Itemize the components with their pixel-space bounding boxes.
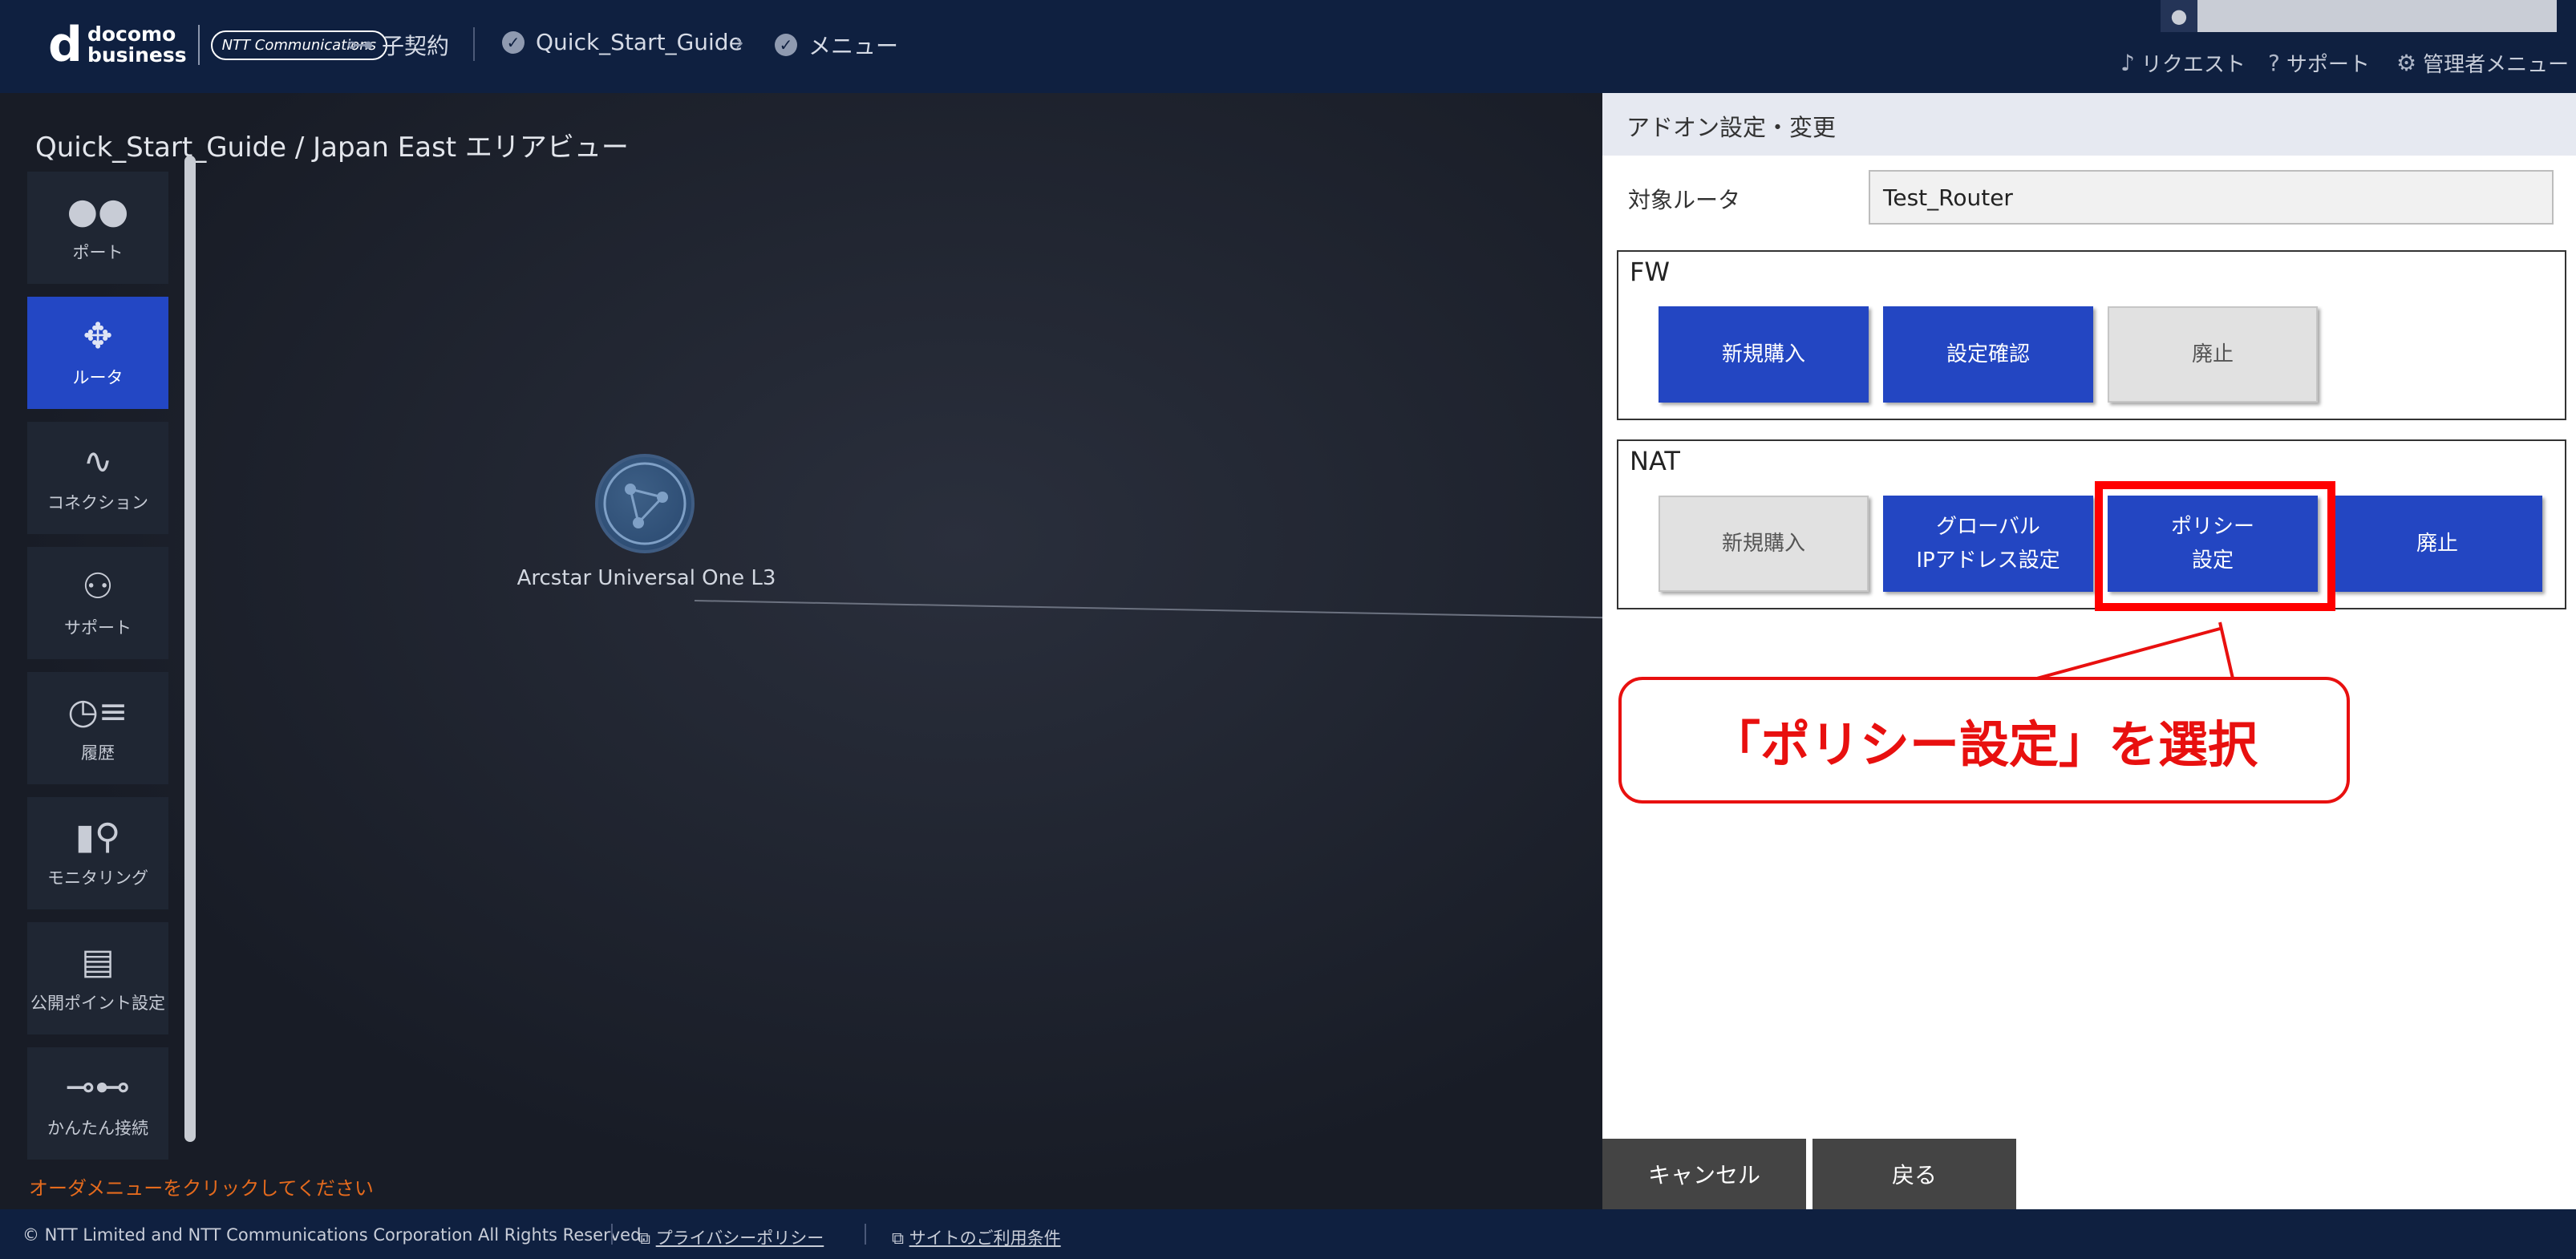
callout-pointer — [2037, 621, 2238, 680]
bell-icon: ♪ — [2120, 50, 2135, 76]
footer-divider — [865, 1224, 866, 1245]
nat-abolish-button[interactable]: 廃止 — [2332, 496, 2542, 592]
cancel-button[interactable]: キャンセル — [1602, 1139, 1806, 1209]
panel-title: アドオン設定・変更 — [1602, 93, 2576, 156]
request-menu[interactable]: ♪ リクエスト — [2120, 48, 2246, 78]
network-globe-icon — [603, 462, 687, 545]
area-view-canvas[interactable]: Quick_Start_Guide / Japan East エリアビュー ●●… — [0, 93, 1602, 1209]
fw-title: FW — [1630, 257, 1671, 287]
fw-new-purchase-button[interactable]: 新規購入 — [1659, 306, 1869, 403]
page-footer: © NTT Limited and NTT Communications Cor… — [0, 1209, 2576, 1259]
docomo-business-logo[interactable]: d docomo business NTT Communications — [48, 17, 388, 73]
chevron-right-icon: › — [735, 29, 744, 57]
instruction-callout: 「ポリシー設定」を選択 — [1618, 677, 2350, 804]
sidebar-item-router[interactable]: ✥ ルータ — [27, 297, 168, 409]
external-link-icon: ⧉ — [638, 1229, 656, 1248]
public-point-icon: ▤ — [81, 941, 115, 982]
sidebar-item-easy-connect[interactable]: ⊸⊷ かんたん接続 — [27, 1047, 168, 1160]
order-hint-text: オーダメニューをクリックしてください — [29, 1177, 374, 1200]
network-node[interactable] — [595, 454, 695, 553]
policy-highlight-box — [2095, 481, 2335, 611]
sidebar-item-public-point[interactable]: ▤ 公開ポイント設定 — [27, 922, 168, 1034]
logo-divider — [197, 25, 200, 65]
back-button[interactable]: 戻る — [1813, 1139, 2016, 1209]
header-divider — [473, 27, 475, 61]
privacy-link[interactable]: ⧉ プライバシーポリシー — [638, 1225, 824, 1249]
support-menu[interactable]: ? サポート — [2268, 48, 2370, 78]
footer-divider — [611, 1224, 613, 1245]
target-router-field: Test_Router — [1869, 170, 2554, 225]
history-icon: ◷≡ — [67, 691, 128, 732]
sidebar-item-history[interactable]: ◷≡ 履歴 — [27, 672, 168, 784]
help-icon: ? — [2268, 50, 2280, 76]
sidebar-item-monitoring[interactable]: ▮⚲ モニタリング — [27, 797, 168, 909]
fw-confirm-settings-button[interactable]: 設定確認 — [1883, 306, 2093, 403]
top-header: d docomo business NTT Communications ⊶ 子… — [0, 0, 2576, 93]
support-icon: ⚇ — [82, 566, 114, 607]
breadcrumb-quick-start[interactable]: ✓ Quick_Start_Guide — [502, 29, 743, 55]
logo-text: docomo business — [87, 22, 187, 67]
check-circle-icon: ✓ — [775, 34, 797, 56]
nat-title: NAT — [1630, 446, 1680, 476]
easy-connect-icon: ⊸⊷ — [65, 1067, 131, 1107]
node-label: Arcstar Universal One L3 — [516, 566, 776, 590]
target-router-label: 対象ルータ — [1628, 187, 1741, 213]
order-sidebar: ●● ポート ✥ ルータ ∿ コネクション ⚇ サポート ◷≡ 履歴 ▮⚲ モニ… — [27, 172, 168, 1172]
fw-abolish-button[interactable]: 廃止 — [2108, 306, 2318, 403]
contract-label: 子契約 — [382, 33, 450, 59]
nat-global-ip-button[interactable]: グローバル IPアドレス設定 — [1883, 496, 2093, 592]
area-view-title: Quick_Start_Guide / Japan East エリアビュー — [35, 132, 629, 164]
contract-selector[interactable]: ⊶ 子契約 — [346, 29, 449, 61]
terms-link[interactable]: ⧉ サイトのご利用条件 — [892, 1225, 1061, 1249]
admin-menu[interactable]: ⚙ 管理者メニュー — [2396, 48, 2569, 78]
logo-mark: d — [48, 17, 83, 73]
monitoring-icon: ▮⚲ — [75, 816, 121, 857]
sidebar-item-port[interactable]: ●● ポート — [27, 172, 168, 284]
connection-icon: ∿ — [83, 441, 113, 482]
user-name-field[interactable] — [2161, 0, 2557, 32]
gear-icon: ⚙ — [2396, 50, 2417, 76]
breadcrumb-menu[interactable]: ✓ メニュー — [775, 29, 898, 61]
sidebar-scrollbar[interactable] — [184, 156, 196, 1142]
nat-group: NAT 新規購入 グローバル IPアドレス設定 ポリシー 設定 廃止 — [1617, 439, 2566, 609]
user-icon: ● — [2161, 0, 2197, 32]
router-icon: ✥ — [83, 316, 113, 357]
check-circle-icon: ✓ — [502, 30, 525, 54]
sidebar-item-support[interactable]: ⚇ サポート — [27, 547, 168, 659]
copyright-text: © NTT Limited and NTT Communications Cor… — [22, 1225, 647, 1245]
hierarchy-icon: ⊶ — [346, 29, 374, 61]
external-link-icon: ⧉ — [892, 1229, 909, 1248]
sidebar-item-connection[interactable]: ∿ コネクション — [27, 422, 168, 534]
fw-group: FW 新規購入 設定確認 廃止 — [1617, 250, 2566, 420]
port-icon: ●● — [67, 191, 129, 232]
nat-new-purchase-button[interactable]: 新規購入 — [1659, 496, 1869, 592]
